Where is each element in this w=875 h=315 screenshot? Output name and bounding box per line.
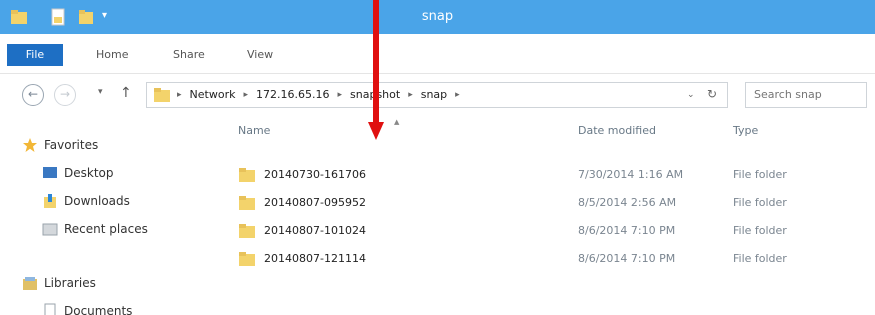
- folder-icon: [154, 88, 170, 102]
- file-date: 7/30/2014 1:16 AM: [578, 168, 684, 181]
- file-name: 20140730-161706: [264, 168, 366, 181]
- nav-item-label: Documents: [64, 304, 133, 315]
- file-type: File folder: [733, 252, 787, 265]
- file-date: 8/5/2014 2:56 AM: [578, 196, 677, 209]
- star-icon: [23, 138, 37, 152]
- nav-item-label: Desktop: [64, 166, 114, 180]
- folder-icon: [239, 196, 255, 210]
- breadcrumb-separator-icon[interactable]: ▸: [337, 88, 342, 102]
- file-name: 20140807-101024: [264, 224, 366, 237]
- column-header-type[interactable]: Type: [733, 124, 758, 137]
- nav-item-label: Favorites: [44, 138, 99, 152]
- tab-view[interactable]: View: [247, 48, 273, 61]
- file-date: 8/6/2014 7:10 PM: [578, 224, 676, 237]
- sort-ascending-icon: ▲: [394, 118, 400, 126]
- search-box[interactable]: [745, 82, 867, 108]
- file-type: File folder: [733, 196, 787, 209]
- address-row: ← → ▾ ↑ ▸ Network ▸ 172.16.65.16 ▸ snaps…: [0, 74, 875, 116]
- file-row[interactable]: 20140730-161706 7/30/2014 1:16 AM File f…: [238, 164, 858, 186]
- tab-home[interactable]: Home: [96, 48, 128, 61]
- up-button[interactable]: ↑: [120, 85, 132, 101]
- folder-icon: [239, 168, 255, 182]
- file-date: 8/6/2014 7:10 PM: [578, 252, 676, 265]
- folder-icon: [239, 252, 255, 266]
- file-name: 20140807-121114: [264, 252, 366, 265]
- nav-item-recent-places[interactable]: Recent places: [42, 220, 148, 238]
- nav-item-label: Libraries: [44, 276, 96, 290]
- breadcrumb-separator-icon[interactable]: ▸: [243, 88, 248, 102]
- downloads-icon: [44, 194, 56, 208]
- nav-item-downloads[interactable]: Downloads: [42, 192, 130, 210]
- nav-item-desktop[interactable]: Desktop: [42, 164, 114, 182]
- annotation-arrow-icon: [368, 0, 384, 140]
- ribbon: File Home Share View: [0, 34, 875, 74]
- file-name: 20140807-095952: [264, 196, 366, 209]
- nav-item-libraries[interactable]: Libraries: [22, 274, 96, 292]
- documents-icon: [44, 303, 56, 315]
- desktop-icon: [43, 167, 57, 178]
- libraries-icon: [23, 277, 37, 290]
- nav-item-documents[interactable]: Documents: [42, 302, 132, 315]
- file-type: File folder: [733, 224, 787, 237]
- file-type: File folder: [733, 168, 787, 181]
- tab-file[interactable]: File: [7, 44, 63, 66]
- address-history-icon[interactable]: ⌄: [687, 90, 695, 100]
- file-row[interactable]: 20140807-095952 8/5/2014 2:56 AM File fo…: [238, 192, 858, 214]
- column-header-name[interactable]: Name: [238, 124, 270, 137]
- recent-places-icon: [42, 223, 58, 236]
- breadcrumb-host[interactable]: 172.16.65.16: [256, 88, 329, 102]
- window-title: snap: [421, 9, 454, 24]
- title-bar: ▾ snap: [0, 0, 875, 34]
- column-header-date-modified[interactable]: Date modified: [578, 124, 656, 137]
- file-row[interactable]: 20140807-121114 8/6/2014 7:10 PM File fo…: [238, 248, 858, 270]
- nav-item-label: Recent places: [64, 222, 148, 236]
- recent-locations-icon[interactable]: ▾: [98, 87, 103, 97]
- file-row[interactable]: 20140807-101024 8/6/2014 7:10 PM File fo…: [238, 220, 858, 242]
- search-input[interactable]: [754, 88, 864, 101]
- breadcrumb-network[interactable]: Network: [190, 88, 236, 102]
- forward-button[interactable]: →: [54, 84, 76, 106]
- tab-share[interactable]: Share: [173, 48, 205, 61]
- nav-item-favorites[interactable]: Favorites: [22, 136, 98, 154]
- breadcrumb-snap[interactable]: snap: [421, 88, 447, 102]
- refresh-icon[interactable]: ↻: [707, 87, 717, 101]
- breadcrumb-separator-icon[interactable]: ▸: [408, 88, 413, 102]
- breadcrumb-separator-icon[interactable]: ▸: [177, 88, 182, 102]
- navigation-pane: Favorites Desktop Downloads Recent place…: [0, 116, 220, 315]
- breadcrumb-separator-icon[interactable]: ▸: [455, 88, 460, 102]
- breadcrumb: ▸ Network ▸ 172.16.65.16 ▸ snapshot ▸ sn…: [177, 88, 460, 102]
- folder-icon: [239, 224, 255, 238]
- back-button[interactable]: ←: [22, 84, 44, 106]
- address-bar[interactable]: ▸ Network ▸ 172.16.65.16 ▸ snapshot ▸ sn…: [146, 82, 728, 108]
- nav-item-label: Downloads: [64, 194, 130, 208]
